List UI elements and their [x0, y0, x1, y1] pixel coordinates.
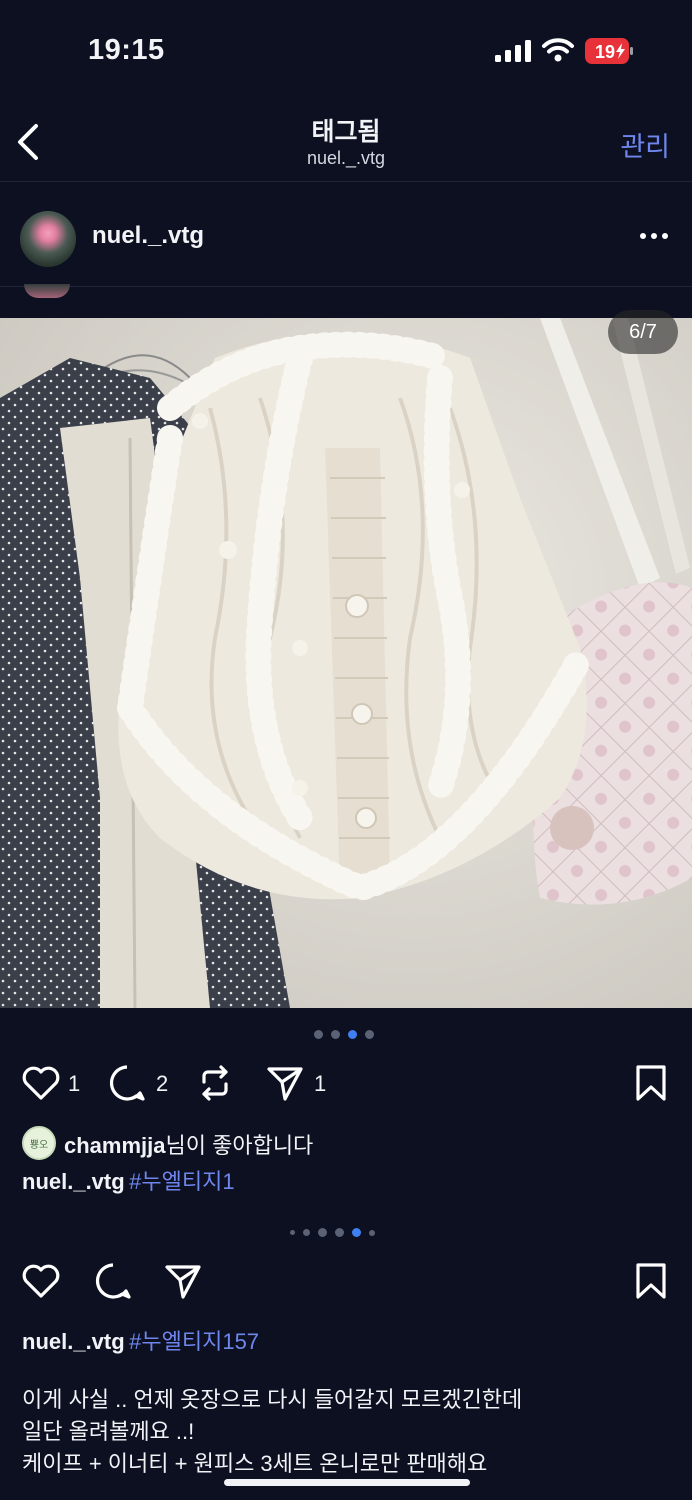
share-icon[interactable]: [162, 1260, 204, 1302]
caption-hashtag[interactable]: #누엘티지1: [129, 1169, 234, 1194]
carousel-dot-active: [352, 1228, 361, 1237]
carousel-dot: [314, 1030, 323, 1039]
more-options-icon[interactable]: [638, 228, 670, 244]
caption-hashtag[interactable]: #누엘티지157: [129, 1329, 259, 1354]
post-username[interactable]: nuel._.vtg: [92, 222, 204, 250]
carousel-dot: [290, 1230, 295, 1235]
profile-divider: [0, 286, 692, 287]
header-divider: [0, 181, 692, 182]
comment-count[interactable]: 2: [156, 1071, 168, 1097]
heart-icon[interactable]: [20, 1062, 62, 1104]
home-indicator[interactable]: [224, 1479, 470, 1486]
caption-line: 케이프 + 이너티 + 원피스 3세트 온니로만 판매해요: [22, 1451, 488, 1476]
share-count[interactable]: 1: [314, 1071, 326, 1097]
caption-username[interactable]: nuel._.vtg: [22, 1169, 125, 1194]
heart-icon[interactable]: [20, 1260, 62, 1302]
carousel-dot-active: [348, 1030, 357, 1039]
status-time: 19:15: [88, 34, 165, 66]
image-counter: 6/7: [608, 310, 678, 354]
post2-caption-text: 이게 사실 .. 언제 옷장으로 다시 들어갈지 모르겠긴한데 일단 올려볼께요…: [22, 1384, 522, 1480]
battery-icon: 19: [585, 38, 633, 64]
post1-caption: nuel._.vtg #누엘티지1: [22, 1164, 235, 1196]
carousel-dot: [318, 1228, 327, 1237]
wifi-icon: [542, 38, 574, 62]
liker-avatar[interactable]: 뿅오: [22, 1126, 56, 1160]
battery-level: 19: [595, 42, 615, 62]
liked-by-text[interactable]: chammjja님이 좋아합니다: [64, 1128, 313, 1160]
carousel-dot: [369, 1229, 375, 1236]
cellular-signal-icon: [495, 40, 531, 62]
repost-icon[interactable]: [194, 1062, 236, 1104]
carousel-indicator-2: [290, 1228, 375, 1237]
page-title: 태그됨: [311, 118, 381, 146]
liked-by-suffix: 님이 좋아합니다: [165, 1133, 314, 1158]
carousel-dot: [335, 1228, 344, 1237]
caption-username[interactable]: nuel._.vtg: [22, 1329, 125, 1354]
bookmark-icon[interactable]: [630, 1260, 672, 1302]
avatar[interactable]: [20, 211, 76, 267]
comment-icon[interactable]: [92, 1260, 134, 1302]
caption-line: 이게 사실 .. 언제 옷장으로 다시 들어갈지 모르겠긴한데: [22, 1387, 523, 1412]
post-photo[interactable]: [0, 318, 692, 1008]
bookmark-icon[interactable]: [630, 1062, 672, 1104]
comment-icon[interactable]: [106, 1062, 148, 1104]
carousel-dot: [303, 1229, 310, 1236]
liked-by-user[interactable]: chammjja: [64, 1133, 166, 1158]
carousel-dot: [331, 1030, 340, 1039]
manage-button[interactable]: 관리: [620, 125, 670, 164]
avatar-peek: [24, 284, 70, 298]
like-count[interactable]: 1: [68, 1071, 80, 1097]
post2-caption-header: nuel._.vtg #누엘티지157: [22, 1324, 259, 1356]
carousel-dot: [365, 1030, 374, 1039]
caption-line: 일단 올려볼께요 ..!: [22, 1419, 195, 1444]
page-subtitle: nuel._.vtg: [306, 148, 386, 168]
carousel-indicator: [314, 1030, 374, 1039]
share-icon[interactable]: [264, 1062, 306, 1104]
